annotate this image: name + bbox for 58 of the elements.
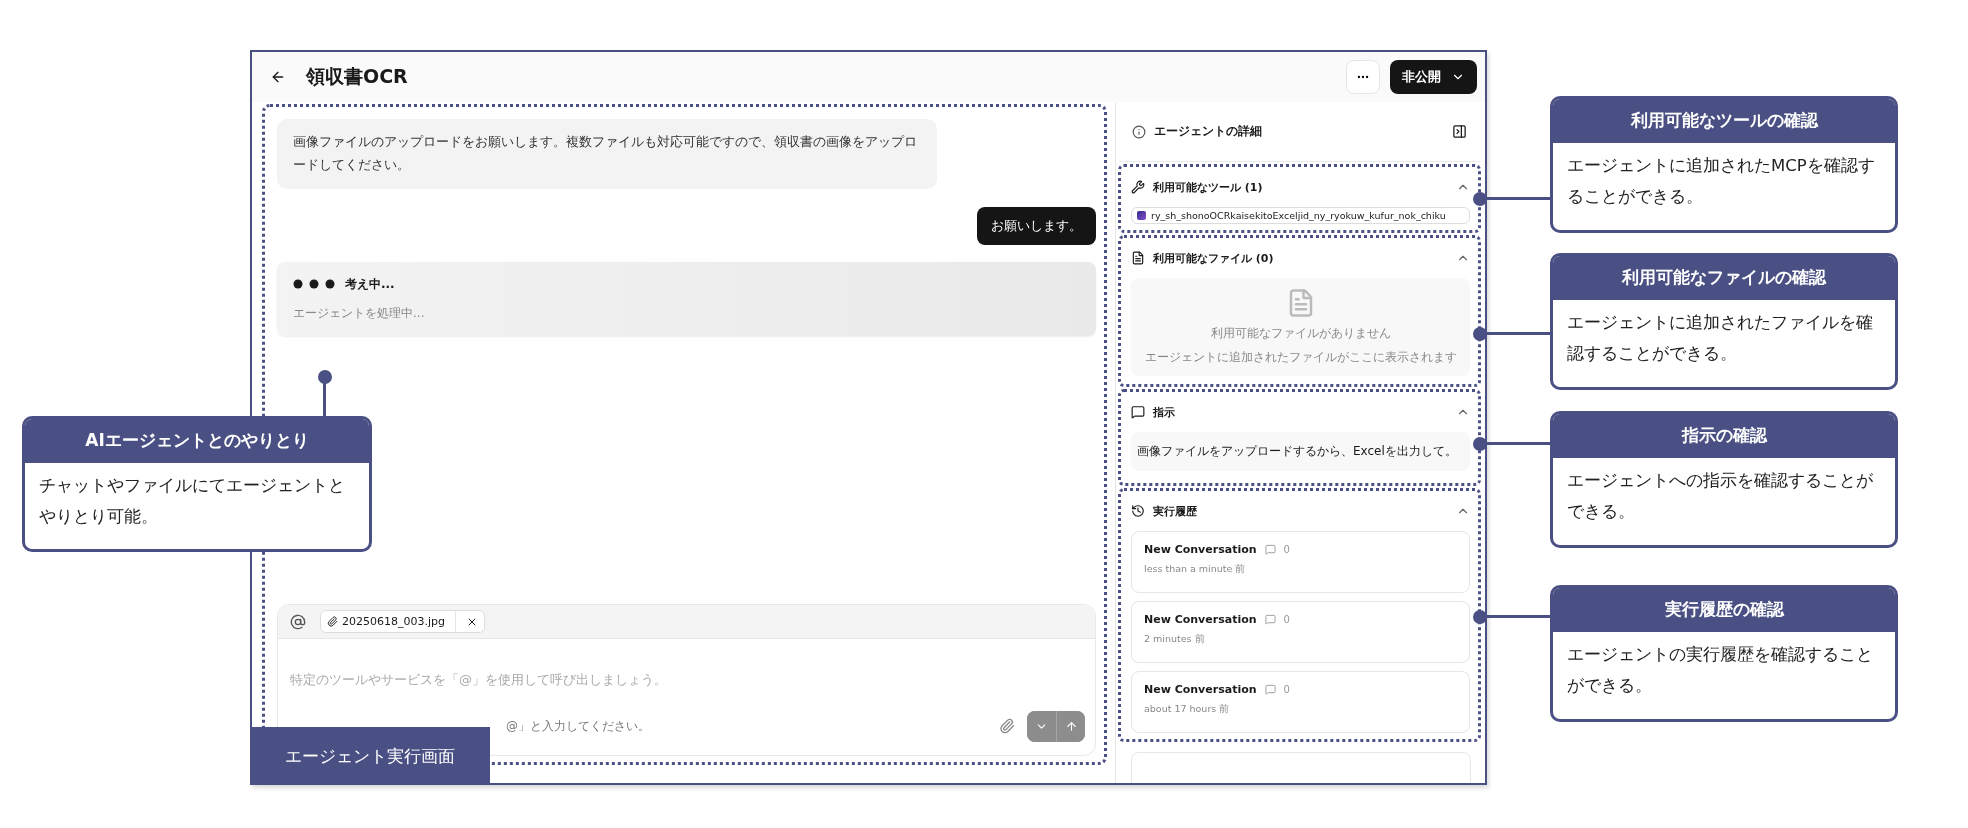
callout-title: 利用可能なツールの確認: [1553, 99, 1895, 143]
instruction-text: 画像ファイルをアップロードするから、Excelを出力して。: [1131, 432, 1470, 471]
panel-title: エージェントの詳細: [1154, 123, 1263, 140]
thinking-status: エージェントを処理中...: [293, 304, 426, 322]
callout-text: エージェントの実行履歴を確認することができる。: [1566, 644, 1874, 697]
callout-title: 実行履歴の確認: [1553, 588, 1895, 632]
callout-title: 指示の確認: [1553, 414, 1895, 458]
callout-text: エージェントに追加されたMCPを確認することができる。: [1566, 155, 1876, 208]
empty-state-text: エージェントに追加されたファイルがここに表示されます: [1144, 349, 1457, 366]
comment-icon: [1264, 544, 1276, 555]
conversation-title: New Conversation: [1144, 543, 1257, 556]
callout-text: エージェントに追加されたファイルを確認することができる。: [1566, 312, 1874, 365]
section-title: 実行履歴: [1153, 503, 1198, 519]
screen-label: エージェント実行画面: [250, 727, 490, 785]
history-icon: [1131, 504, 1145, 518]
conversation-time: less than a minute 前: [1144, 563, 1247, 576]
callout-title: AIエージェントとのやりとり: [25, 419, 369, 463]
panel-toggle-icon[interactable]: [1452, 124, 1467, 139]
conversation-time: about 17 hours 前: [1144, 703, 1231, 716]
tool-icon: [1137, 211, 1146, 220]
comment-count: 0: [1283, 544, 1290, 555]
section-title: 指示: [1153, 404, 1176, 420]
wrench-icon: [1131, 180, 1145, 194]
speech-bubble-icon: [1131, 405, 1145, 419]
empty-state-title: 利用可能なファイルがありません: [1210, 325, 1391, 342]
input-hint: @」と入力してください。: [506, 717, 651, 735]
info-icon: [1132, 124, 1146, 139]
tool-chip[interactable]: ry_sh_shonoOCRkaisekitoExceljid_ny_ryokuw_kufur_nok_chiku: [1131, 207, 1470, 224]
document-icon: [1131, 251, 1145, 265]
conversation-time: 2 minutes 前: [1144, 633, 1206, 646]
callout-text: エージェントへの指示を確認することができる。: [1566, 470, 1874, 523]
callout-title: 利用可能なファイルの確認: [1553, 256, 1895, 300]
arrow-up-icon: [1064, 719, 1078, 733]
attachment-chip[interactable]: 20250618_003.jpg: [320, 610, 485, 633]
comment-count: 0: [1283, 684, 1290, 695]
attach-icon[interactable]: [999, 718, 1015, 734]
thinking-title: 考え中...: [345, 275, 395, 293]
conversation-card[interactable]: New Conversation 0 2 minutes 前: [1131, 601, 1470, 663]
section-title: 利用可能なツール (1): [1153, 179, 1264, 195]
comment-icon: [1264, 684, 1276, 695]
conversation-title: New Conversation: [1144, 613, 1257, 626]
conversation-card[interactable]: New Conversation 0 about 17 hours 前: [1131, 671, 1470, 733]
paperclip-icon: [327, 616, 338, 627]
comment-icon: [1264, 614, 1276, 625]
visibility-dropdown[interactable]: 非公開: [1390, 60, 1477, 94]
conversation-title: New Conversation: [1144, 683, 1257, 696]
agent-message: 画像ファイルのアップロードをお願いします。複数ファイルも対応可能ですので、領収書の画像をアップロードしてください。: [277, 119, 937, 189]
back-icon[interactable]: [270, 69, 286, 85]
mention-icon[interactable]: [290, 613, 306, 630]
conversation-card[interactable]: New Conversation 0 less than a minute 前: [1131, 531, 1470, 593]
user-message: お願いします。: [977, 206, 1096, 245]
comment-count: 0: [1283, 614, 1290, 625]
section-title: 利用可能なファイル (0): [1153, 250, 1275, 266]
attachment-name: 20250618_003.jpg: [342, 611, 456, 632]
page-title: 領収書OCR: [306, 64, 409, 89]
callout-text: チャットやファイルにてエージェントとやりとり可能。: [38, 475, 346, 528]
typing-dots-icon: [293, 279, 335, 289]
send-button[interactable]: [1056, 710, 1085, 742]
